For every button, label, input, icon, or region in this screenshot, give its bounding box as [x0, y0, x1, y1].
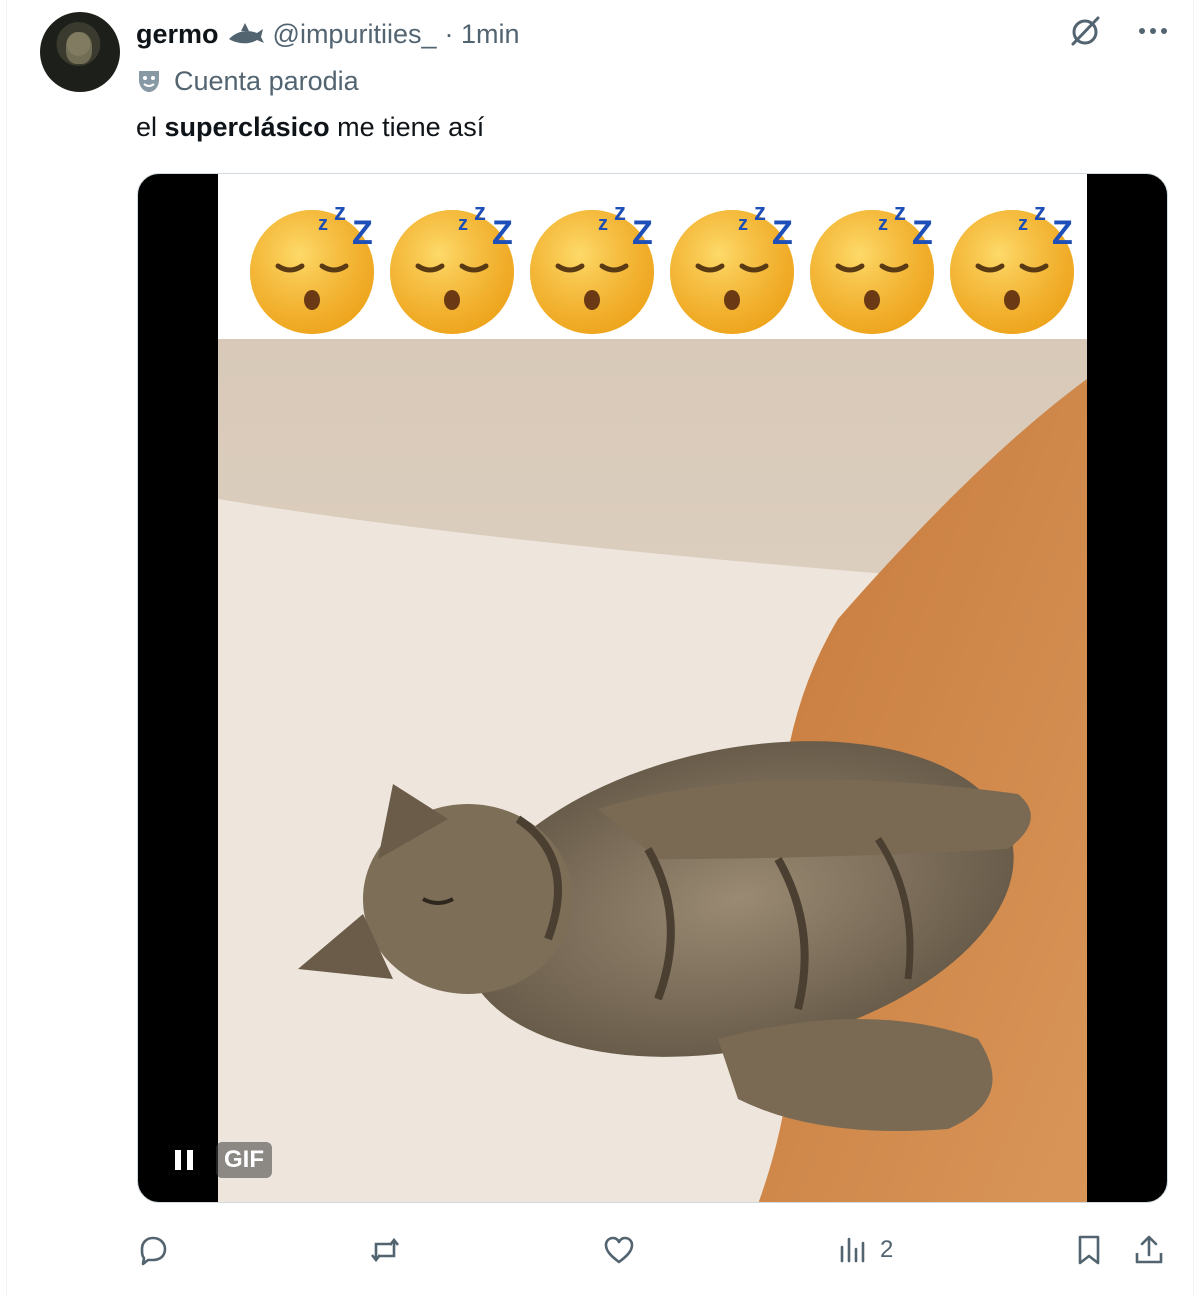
grok-icon[interactable]: [1068, 14, 1102, 48]
share-button[interactable]: [1132, 1228, 1166, 1272]
views-button[interactable]: 2: [836, 1228, 893, 1272]
bookmark-button[interactable]: [1072, 1228, 1106, 1272]
shark-icon: [228, 23, 264, 44]
tweet-text-after: me tiene así: [329, 112, 485, 142]
sleeping-emoji-row: z z Z: [218, 174, 1087, 339]
svg-text:Z: Z: [352, 214, 373, 252]
gif-frame: z z Z: [218, 174, 1087, 1202]
gif-media[interactable]: z z Z GIF: [137, 173, 1168, 1203]
svg-text:z: z: [318, 213, 328, 235]
svg-text:z: z: [334, 199, 346, 226]
like-button[interactable]: [602, 1228, 636, 1272]
user-handle[interactable]: @impuritiies_: [273, 19, 437, 50]
tweet-text: el superclásico me tiene así: [136, 112, 484, 143]
pause-icon[interactable]: [164, 1140, 204, 1180]
timestamp[interactable]: · 1min: [444, 19, 519, 50]
reply-button[interactable]: [136, 1228, 170, 1272]
views-count: 2: [880, 1236, 894, 1263]
account-label: Cuenta parodia: [136, 64, 359, 98]
gif-badge: GIF: [216, 1142, 272, 1178]
sleeping-cat-image: [218, 339, 1087, 1202]
reply-icon: [140, 1236, 167, 1266]
hashtag-superclasico[interactable]: superclásico: [165, 112, 330, 142]
share-icon: [1135, 1235, 1163, 1264]
bookmark-icon: [1078, 1235, 1100, 1265]
gif-controls: GIF: [164, 1140, 272, 1180]
avatar[interactable]: [40, 12, 120, 92]
repost-icon: [370, 1237, 400, 1263]
display-name[interactable]: germo: [136, 19, 219, 50]
account-label-text: Cuenta parodia: [174, 65, 359, 96]
tweet-header: germo @impuritiies_ · 1min: [136, 16, 520, 52]
action-bar: 2: [136, 1228, 1176, 1272]
repost-button[interactable]: [368, 1228, 402, 1272]
tweet-text-before: el: [136, 112, 165, 142]
top-right-actions: [1068, 14, 1170, 48]
like-icon: [604, 1236, 634, 1264]
theater-mask-icon: [139, 71, 159, 92]
views-icon: [840, 1237, 865, 1263]
more-icon[interactable]: [1136, 14, 1170, 48]
